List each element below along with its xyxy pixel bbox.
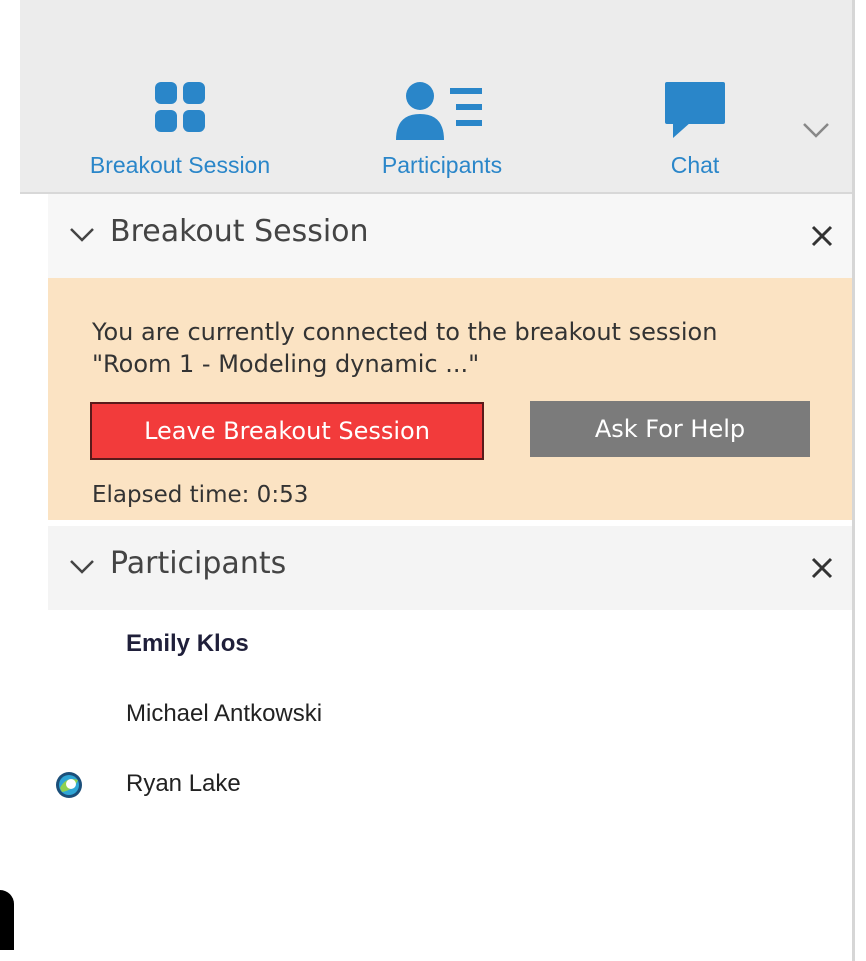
connection-message: You are currently connected to the break…	[92, 318, 718, 378]
window-edge	[852, 0, 855, 961]
participant-row[interactable]: Michael Antkowski	[48, 690, 348, 740]
toolbar-label: Breakout Session	[89, 152, 271, 178]
collapse-chevron-icon[interactable]	[68, 224, 96, 248]
close-icon[interactable]	[806, 220, 838, 252]
participant-name: Ryan Lake	[126, 770, 241, 797]
background-glyph	[0, 890, 14, 950]
chevron-down-icon[interactable]	[796, 110, 836, 150]
ask-for-help-button[interactable]: Ask For Help	[530, 401, 810, 457]
panel-toolbar: Breakout Session Participants Chat	[20, 0, 852, 194]
participants-icon	[394, 80, 490, 146]
panel-title: Breakout Session	[110, 214, 369, 249]
breakout-notice: You are currently connected to the break…	[48, 278, 852, 520]
presenter-ball-icon	[54, 770, 84, 804]
participant-row[interactable]: Emily Klos	[48, 620, 348, 670]
leave-breakout-button[interactable]: Leave Breakout Session	[90, 402, 484, 460]
participant-row[interactable]: Ryan Lake	[48, 760, 348, 810]
participant-name: Emily Klos	[126, 630, 249, 657]
breakout-session-header: Breakout Session	[48, 194, 852, 278]
toolbar-participants[interactable]: Participants	[332, 80, 552, 188]
chat-bubble-icon	[663, 80, 727, 144]
elapsed-time: Elapsed time: 0:53	[92, 482, 309, 508]
participants-header: Participants	[48, 526, 852, 610]
breakout-grid-icon	[153, 80, 207, 138]
toolbar-label: Chat	[670, 152, 720, 178]
participant-name: Michael Antkowski	[126, 700, 323, 727]
toolbar-label: Participants	[381, 152, 503, 178]
panel-title: Participants	[110, 546, 287, 581]
collapse-chevron-icon[interactable]	[68, 556, 96, 580]
toolbar-chat[interactable]: Chat	[585, 80, 805, 188]
close-icon[interactable]	[806, 552, 838, 584]
toolbar-breakout-session[interactable]: Breakout Session	[70, 80, 290, 188]
